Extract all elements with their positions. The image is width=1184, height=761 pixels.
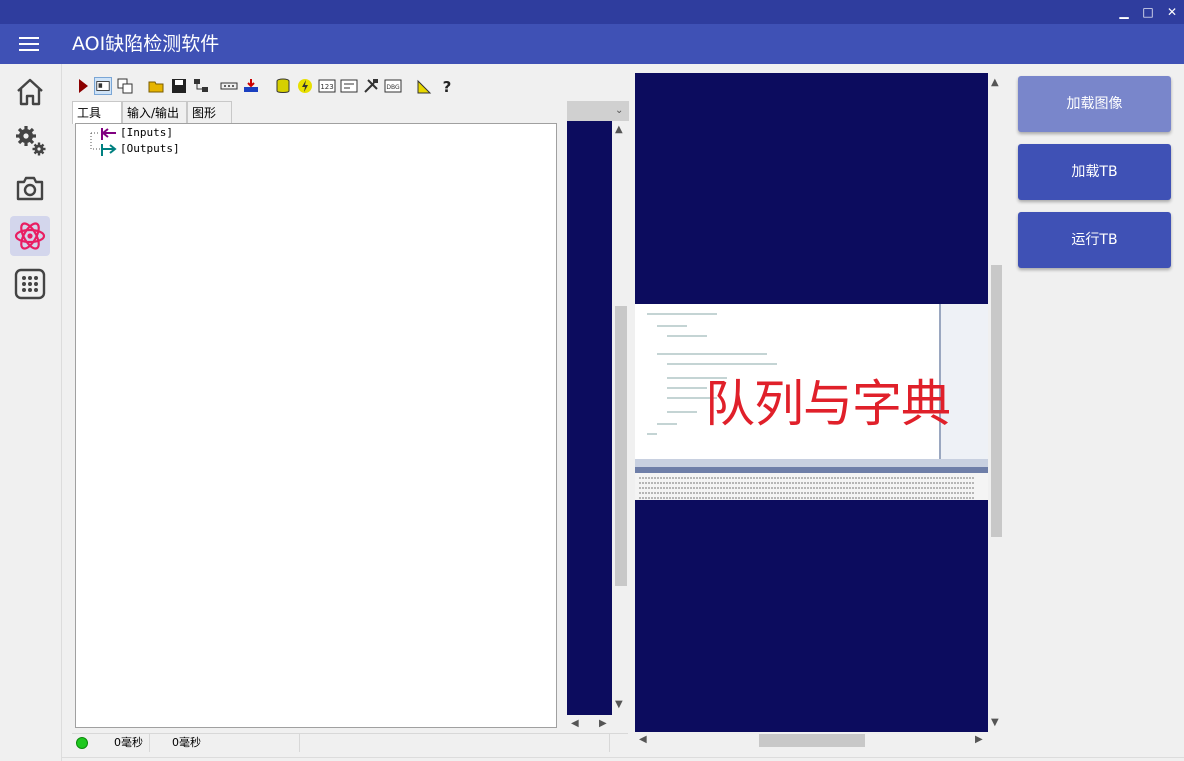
scroll-down-icon[interactable]: ▼ (615, 699, 623, 711)
close-button[interactable]: ✕ (1164, 4, 1180, 20)
viewer-vertical-scrollbar[interactable]: ▲ ▼ (988, 73, 1005, 732)
lightning-icon[interactable] (296, 77, 314, 95)
home-icon (17, 78, 43, 106)
minimize-button[interactable]: ▁ (1116, 4, 1132, 20)
save-icon[interactable] (170, 77, 188, 95)
tab-io[interactable]: 输入/输出 (122, 101, 187, 123)
sidebar-nav (0, 64, 61, 761)
tools-icon[interactable] (362, 77, 380, 95)
load-image-button[interactable]: 加载图像 (1018, 76, 1171, 132)
image-tab-strip (635, 459, 988, 467)
atom-icon (14, 222, 46, 250)
camera-icon (16, 176, 44, 201)
measure-icon[interactable] (416, 77, 434, 95)
image-display[interactable]: 队列与字典 (635, 73, 988, 732)
show-ui-icon[interactable] (94, 77, 112, 95)
svg-text:?: ? (443, 78, 452, 95)
grid-icon (14, 268, 46, 300)
dots-icon[interactable] (220, 77, 238, 95)
mini-view-scroll-thumb[interactable] (615, 306, 627, 586)
svg-text:DBG: DBG (386, 84, 400, 91)
scroll-left-icon[interactable]: ◀ (571, 718, 579, 730)
status-bar: 0毫秒 0毫秒 (72, 733, 628, 752)
import-icon[interactable] (242, 77, 260, 95)
numeric-icon[interactable]: 123 (318, 77, 336, 95)
tab-tools[interactable]: 工具 (72, 101, 122, 124)
sidebar-item-settings[interactable] (10, 120, 50, 160)
tool-tree[interactable]: [Inputs] [Outputs] (75, 123, 557, 728)
run-icon[interactable] (74, 77, 92, 95)
log-snapshot (635, 473, 988, 500)
viewer-hscroll-thumb[interactable] (759, 734, 865, 747)
load-tb-button[interactable]: 加载TB (1018, 144, 1171, 200)
sidebar-divider (61, 64, 62, 761)
scroll-up-icon[interactable]: ▲ (615, 124, 623, 136)
loaded-image: 队列与字典 (635, 304, 988, 500)
window-copy-icon[interactable] (116, 77, 134, 95)
viewer-horizontal-scrollbar[interactable]: ◀ ▶ (635, 732, 988, 749)
status-empty (300, 734, 610, 752)
app-bar: AOI缺陷检测软件 (0, 24, 1184, 64)
open-folder-icon[interactable] (148, 77, 166, 95)
viewer-vscroll-thumb[interactable] (991, 265, 1002, 537)
image-overlay-text: 队列与字典 (705, 375, 951, 433)
sidebar-item-atom[interactable] (10, 216, 50, 256)
sidebar-item-apps[interactable] (10, 264, 50, 304)
strip-header: ⌄ (567, 101, 629, 121)
bottom-border (61, 757, 1184, 758)
mini-view-canvas (567, 121, 612, 715)
sidebar-item-home[interactable] (10, 72, 50, 112)
database-icon[interactable] (274, 77, 292, 95)
mini-view-strip: ⌄ ▲ ▼ ◀ ▶ (567, 101, 629, 731)
toolblock-panel: 123 DBG ? 工具 输入/输出 图形 [Inputs] [Outputs]… (68, 73, 630, 753)
gears-icon (16, 126, 46, 156)
app-title: AOI缺陷检测软件 (72, 33, 220, 55)
status-time-1: 0毫秒 (108, 734, 150, 752)
tree-connector-icon (90, 128, 117, 156)
scroll-right-icon[interactable]: ▶ (975, 734, 983, 746)
hamburger-menu-icon[interactable] (19, 37, 39, 51)
help-icon[interactable]: ? (438, 77, 456, 95)
tree-node-outputs[interactable]: [Outputs] (120, 142, 180, 156)
scroll-left-icon[interactable]: ◀ (639, 734, 647, 746)
chevron-down-icon[interactable]: ⌄ (615, 105, 623, 117)
network-icon[interactable] (192, 77, 210, 95)
window-titlebar: ▁ □ ✕ (0, 0, 1184, 24)
debug-icon[interactable]: DBG (384, 77, 402, 95)
toolbar: 123 DBG ? (74, 75, 474, 97)
tree-node-inputs[interactable]: [Inputs] (120, 126, 173, 140)
scroll-right-icon[interactable]: ▶ (599, 718, 607, 730)
tab-graphics[interactable]: 图形 (187, 101, 232, 123)
sidebar-item-camera[interactable] (10, 168, 50, 208)
status-time-2: 0毫秒 (166, 734, 300, 752)
form-icon[interactable] (340, 77, 358, 95)
scroll-down-icon[interactable]: ▼ (991, 717, 999, 729)
svg-text:123: 123 (320, 83, 333, 91)
scroll-up-icon[interactable]: ▲ (991, 77, 999, 89)
status-indicator-icon (76, 737, 88, 749)
run-tb-button[interactable]: 运行TB (1018, 212, 1171, 268)
maximize-button[interactable]: □ (1140, 4, 1156, 20)
